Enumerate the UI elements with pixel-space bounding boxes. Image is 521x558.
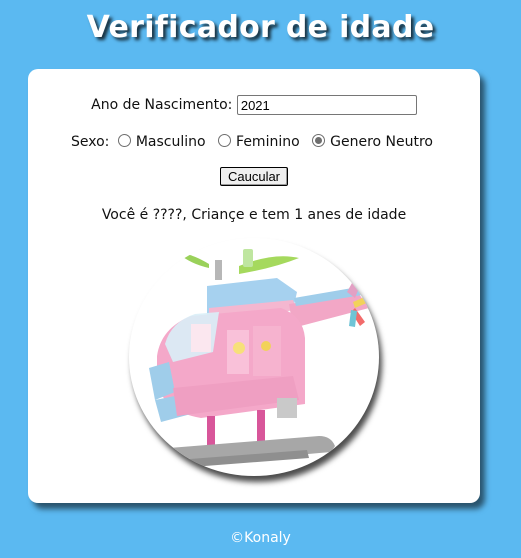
birth-year-row: Ano de Nascimento: [28, 95, 480, 115]
radio-genero-neutro[interactable] [312, 134, 326, 147]
footer-copyright: ©Konaly [230, 530, 291, 546]
result-text: Você é ????, Criançe e tem 1 anes de ida… [101, 207, 407, 223]
result-image [129, 238, 379, 476]
button-row: Caucular [28, 167, 480, 186]
helicopter-toy-image [149, 249, 369, 468]
calculate-button[interactable]: Caucular [219, 167, 289, 186]
page-title: Verificador de idade [86, 10, 435, 45]
radio-feminino[interactable] [218, 134, 232, 147]
main-card: Ano de Nascimento: Sexo: Masculino Femin… [28, 69, 480, 503]
sex-row: Sexo: Masculino Feminino Genero Neutro [28, 134, 480, 150]
radio-masculino-label[interactable]: Masculino [136, 134, 206, 150]
radio-masculino[interactable] [117, 134, 131, 147]
birth-year-label: Ano de Nascimento: [91, 97, 233, 113]
radio-genero-neutro-label[interactable]: Genero Neutro [330, 134, 433, 150]
birth-year-input[interactable] [236, 95, 417, 115]
sex-label: Sexo: [70, 134, 110, 150]
radio-feminino-label[interactable]: Feminino [236, 134, 300, 150]
